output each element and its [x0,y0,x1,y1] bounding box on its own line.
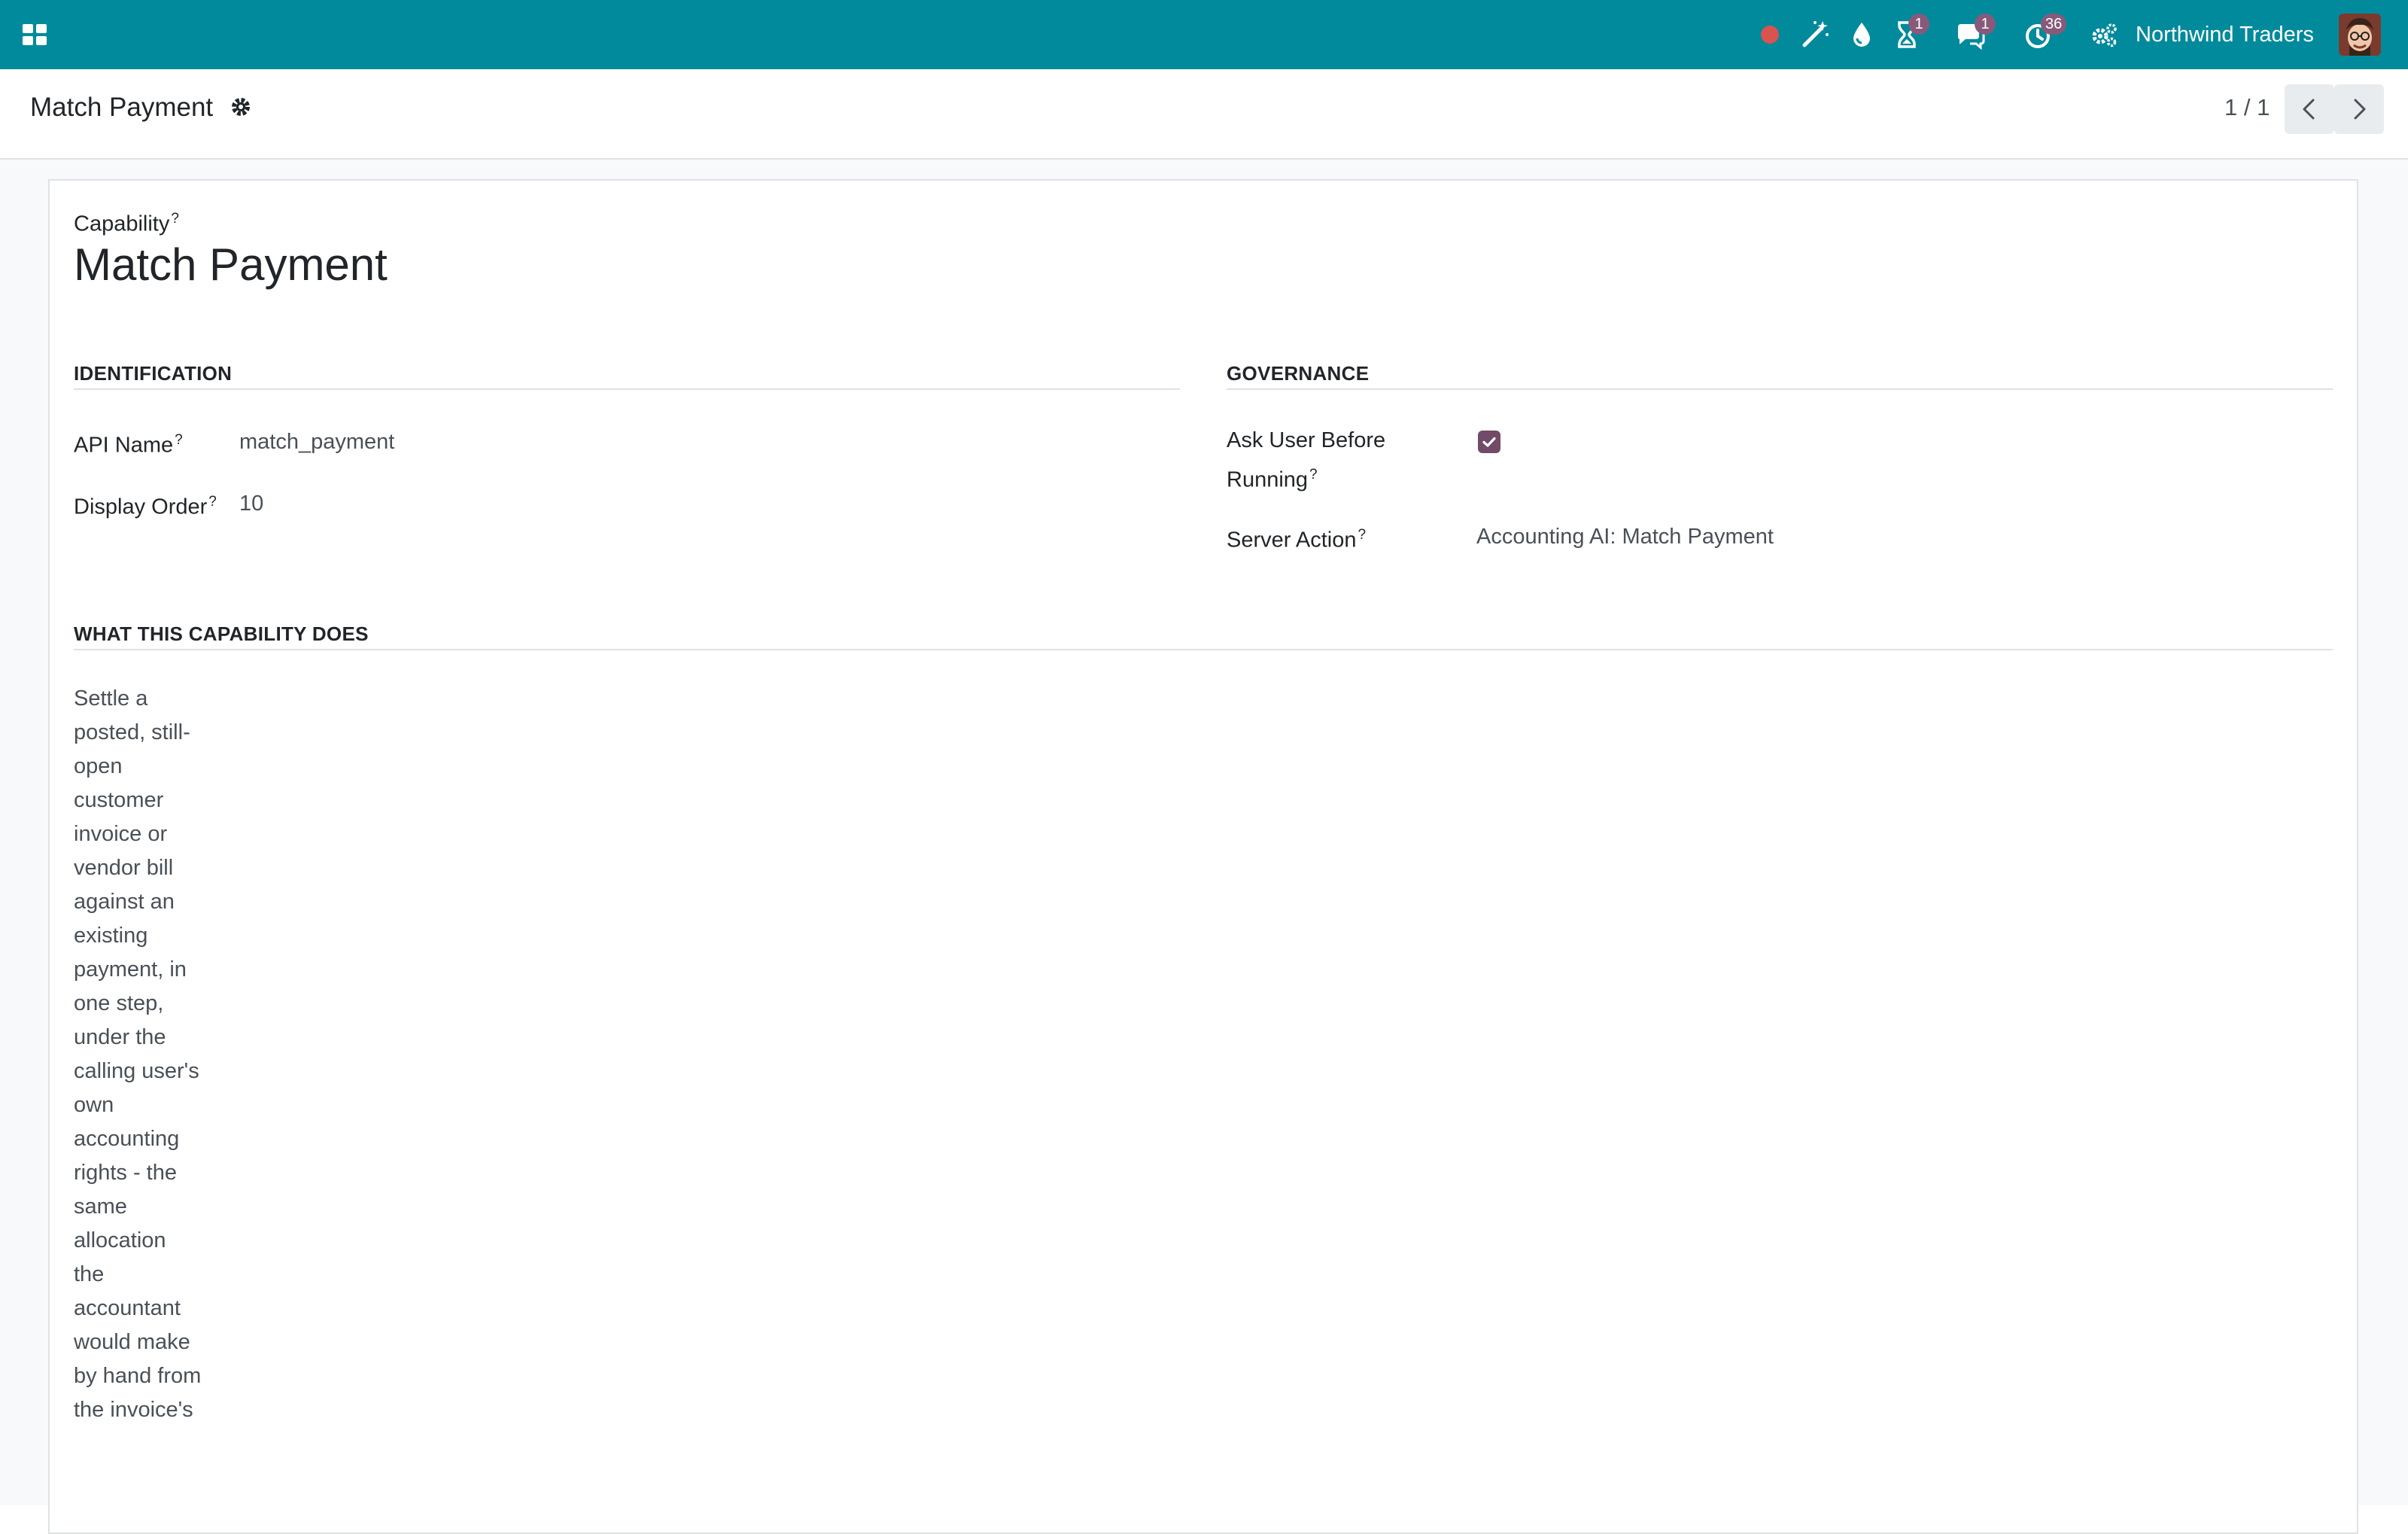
api-name-field[interactable]: match_payment [239,425,394,459]
capability-label: Capability? [74,211,179,236]
magic-wand-icon[interactable] [1798,18,1832,51]
form-sheet: Capability? Match Payment IDENTIFICATION… [48,179,2358,1534]
timer-badge: 36 [2041,14,2067,35]
messages-badge: 1 [1975,14,1996,35]
settings-gears-icon[interactable] [2087,18,2121,51]
display-order-field[interactable]: 10 [239,486,263,521]
pager-previous-button[interactable] [2285,84,2334,134]
display-order-label: Display Order? [74,494,217,519]
help-tooltip-icon[interactable]: ? [1358,527,1366,543]
pager-value[interactable]: 1 / 1 [2224,90,2270,125]
apps-menu-icon[interactable] [20,20,50,50]
droplet-icon[interactable] [1845,18,1878,51]
record-title[interactable]: Match Payment [74,235,388,295]
description-text[interactable]: Settle a posted, still-open customer inv… [74,682,202,1427]
breadcrumb: Match Payment [30,93,214,122]
server-action-label: Server Action? [1227,527,1367,552]
help-tooltip-icon[interactable]: ? [171,211,179,227]
governance-heading: GOVERNANCE [1227,357,2333,390]
ask-user-label: Ask User Before Running? [1227,428,1386,492]
user-avatar[interactable] [2339,14,2381,56]
control-panel: Match Payment 1 / 1 [0,69,2408,160]
pager-next-button[interactable] [2334,84,2384,134]
server-action-field[interactable]: Accounting AI: Match Payment [1476,519,1774,554]
top-navbar: 1 1 36 Northwind Traders [0,0,2408,69]
activity-badge: 1 [1908,14,1929,35]
identification-heading: IDENTIFICATION [74,357,1180,390]
description-heading: WHAT THIS CAPABILITY DOES [74,617,2333,650]
record-dot-icon[interactable] [1753,18,1786,51]
api-name-label: API Name? [74,432,183,458]
help-tooltip-icon[interactable]: ? [208,494,217,510]
action-gear-icon[interactable] [229,95,253,119]
ask-user-checkbox[interactable] [1478,431,1500,453]
company-name[interactable]: Northwind Traders [2136,20,2314,50]
help-tooltip-icon[interactable]: ? [1309,467,1318,482]
help-tooltip-icon[interactable]: ? [175,432,183,448]
